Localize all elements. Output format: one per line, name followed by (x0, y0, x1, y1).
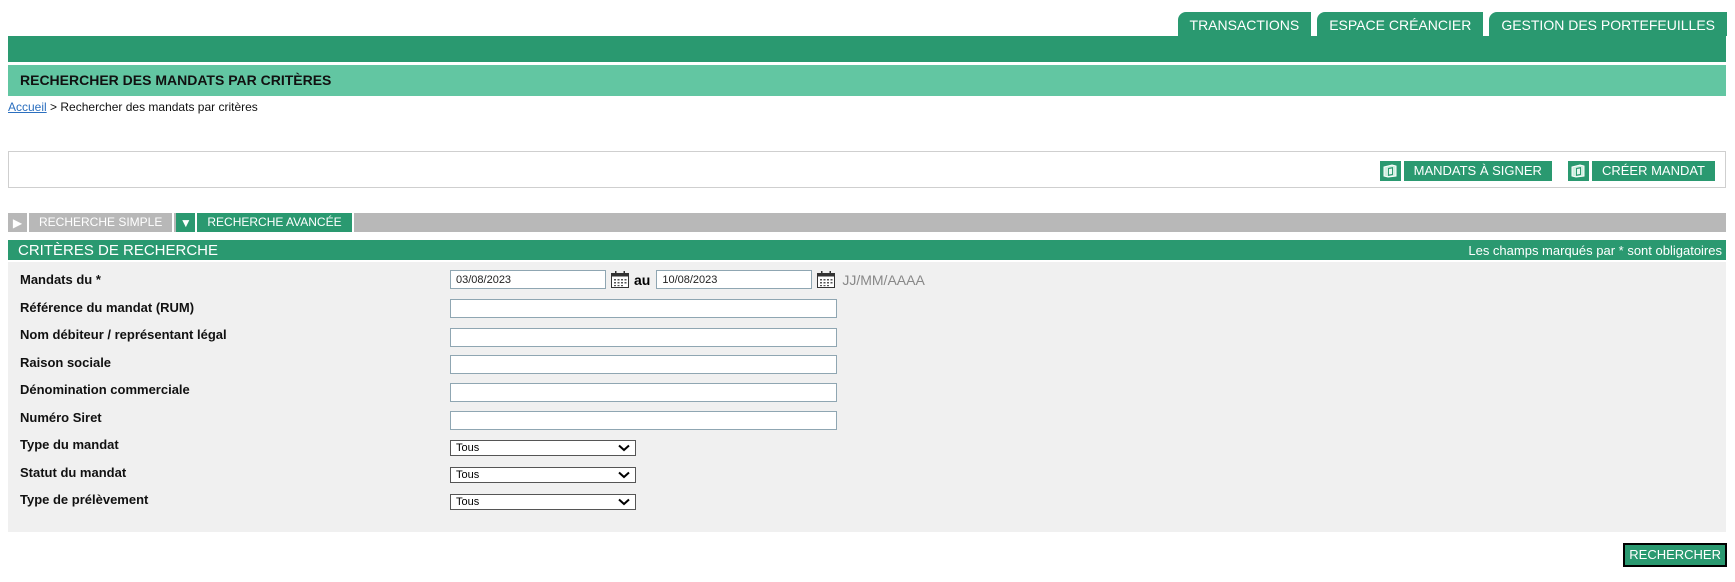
mandates-to-sign-label: MANDATS À SIGNER (1403, 161, 1552, 181)
mandate-status-row: Statut du mandat Tous (8, 465, 1726, 490)
debit-type-value: Tous (456, 496, 480, 508)
calendar-icon[interactable] (816, 270, 836, 289)
siret-input[interactable] (450, 411, 837, 430)
breadcrumb-home-link[interactable]: Accueil (8, 100, 47, 114)
mandates-to-sign-button[interactable]: MANDATS À SIGNER (1379, 161, 1552, 181)
date-format-hint: JJ/MM/AAAA (842, 271, 925, 288)
tab-simple-search[interactable]: RECHERCHE SIMPLE (29, 213, 175, 232)
criteria-header: CRITÈRES DE RECHERCHE Les champs marqués… (8, 240, 1726, 260)
nav-bar (8, 36, 1726, 62)
rum-input[interactable] (450, 299, 837, 318)
create-mandate-button[interactable]: CRÉER MANDAT (1567, 161, 1715, 181)
chevron-down-icon (618, 498, 630, 506)
rum-label: Référence du mandat (RUM) (20, 300, 195, 315)
mandate-status-value: Tous (456, 469, 480, 481)
calendar-icon[interactable] (610, 270, 630, 289)
search-button[interactable]: RECHERCHER (1623, 543, 1727, 567)
tab-gestion-portefeuilles[interactable]: GESTION DES PORTEFEUILLES (1489, 12, 1727, 36)
date-range-row: Mandats du * au JJ/MM/AAAA (8, 270, 1726, 297)
company-name-input[interactable] (450, 355, 837, 374)
criteria-panel: Mandats du * au JJ/MM/AAAA Référence du … (8, 262, 1726, 532)
triangle-down-icon[interactable]: ▼ (176, 213, 198, 232)
trade-name-input[interactable] (450, 383, 837, 402)
debtor-name-label: Nom débiteur / représentant légal (20, 327, 227, 342)
mandate-status-select[interactable]: Tous (450, 467, 636, 483)
debit-type-label: Type de prélèvement (20, 492, 149, 507)
criteria-title: CRITÈRES DE RECHERCHE (18, 241, 219, 259)
top-nav: TRANSACTIONS ESPACE CRÉANCIER GESTION DE… (1177, 12, 1727, 36)
debit-type-row: Type de prélèvement Tous (8, 492, 1726, 517)
company-name-row: Raison sociale (8, 355, 1726, 380)
siret-label: Numéro Siret (20, 410, 102, 425)
mandate-type-select[interactable]: Tous (450, 440, 636, 456)
mandate-type-label: Type du mandat (20, 437, 119, 452)
date-to-input[interactable] (656, 270, 813, 289)
rum-row: Référence du mandat (RUM) (8, 299, 1726, 325)
chevron-down-icon (618, 444, 630, 452)
company-name-label: Raison sociale (20, 355, 112, 370)
breadcrumb: Accueil > Rechercher des mandats par cri… (8, 100, 258, 114)
mandate-type-row: Type du mandat Tous (8, 437, 1726, 462)
mandate-type-value: Tous (456, 442, 480, 454)
create-mandate-label: CRÉER MANDAT (1591, 161, 1715, 181)
required-fields-note: Les champs marqués par * sont obligatoir… (1468, 242, 1722, 258)
page-title: RECHERCHER DES MANDATS PAR CRITÈRES (8, 65, 1726, 96)
debtor-name-input[interactable] (450, 328, 837, 347)
document-icon (1379, 161, 1401, 181)
debtor-name-row: Nom débiteur / représentant légal (8, 327, 1726, 352)
action-bar: MANDATS À SIGNER CRÉER MANDAT (8, 151, 1726, 188)
search-mode-tabs: ▶ RECHERCHE SIMPLE ▼ RECHERCHE AVANCÉE (8, 213, 1726, 232)
chevron-down-icon (618, 471, 630, 479)
tab-espace-creancier[interactable]: ESPACE CRÉANCIER (1317, 12, 1484, 36)
trade-name-row: Dénomination commerciale (8, 382, 1726, 407)
tab-advanced-search[interactable]: RECHERCHE AVANCÉE (197, 213, 354, 232)
tab-transactions[interactable]: TRANSACTIONS (1177, 12, 1312, 36)
siret-row: Numéro Siret (8, 410, 1726, 435)
date-from-input[interactable] (450, 270, 606, 289)
date-range-label: Mandats du * (20, 272, 101, 287)
document-icon (1567, 161, 1589, 181)
mandate-status-label: Statut du mandat (20, 465, 127, 480)
date-range-separator: au (634, 271, 651, 288)
debit-type-select[interactable]: Tous (450, 494, 636, 510)
breadcrumb-current: Rechercher des mandats par critères (60, 100, 258, 114)
triangle-right-icon[interactable]: ▶ (8, 213, 29, 232)
trade-name-label: Dénomination commerciale (20, 382, 190, 397)
breadcrumb-separator: > (46, 100, 61, 114)
